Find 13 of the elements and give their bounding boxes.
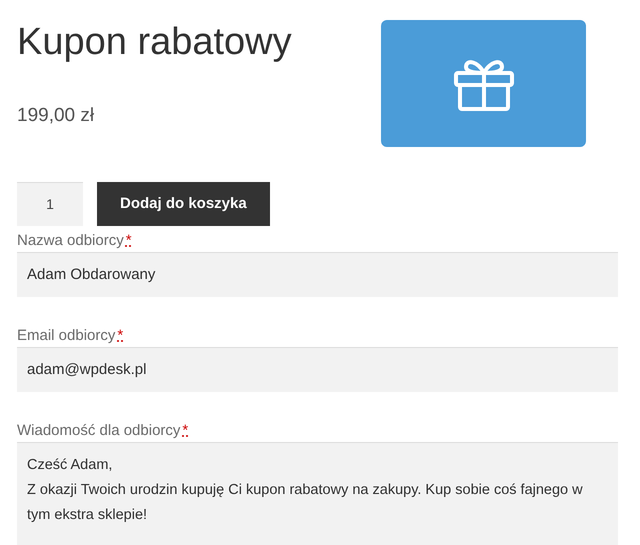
quantity-field[interactable]: 1 — [17, 182, 83, 226]
product-price: 199,00 zł — [17, 104, 94, 128]
required-mark: * — [126, 231, 132, 251]
field-label: Email odbiorcy — [17, 326, 116, 346]
add-to-cart-button[interactable]: Dodaj do koszyka — [97, 182, 270, 226]
required-mark: * — [182, 421, 188, 441]
input-field[interactable]: adam@wpdesk.pl — [17, 347, 618, 392]
required-mark: * — [117, 326, 124, 346]
product-title: Kupon rabatowy — [17, 20, 292, 65]
field-label: Nazwa odbiorcy — [17, 231, 124, 251]
field-label: Wiadomość dla odbiorcy — [17, 421, 180, 441]
input-field[interactable]: Adam Obdarowany — [17, 252, 618, 297]
message-field[interactable]: Cześć Adam, Z okazji Twoich urodzin kupuję Ci kupon rabatowy na zakupy. Kup sobie coś fajnego w tym ekstra sklepie! — [17, 442, 618, 545]
